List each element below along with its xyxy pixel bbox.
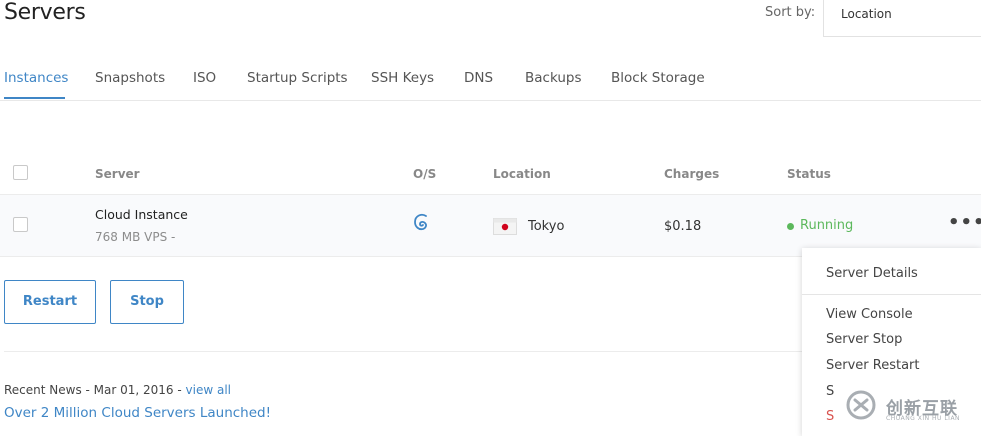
watermark: 创新互联 CHUANG XIN HU LIAN (836, 380, 981, 436)
menu-item-server-details[interactable]: Server Details (826, 266, 918, 281)
news-headline-link[interactable]: Over 2 Million Cloud Servers Launched! (4, 405, 271, 421)
tab-backups[interactable]: Backups (525, 70, 582, 86)
tab-ssh-keys[interactable]: SSH Keys (371, 70, 434, 86)
status-dot (787, 223, 794, 230)
news-prefix: Recent News - Mar 01, 2016 - (4, 383, 182, 397)
location-text: Tokyo (528, 219, 565, 234)
active-tab-indicator (4, 97, 65, 99)
tab-snapshots[interactable]: Snapshots (95, 70, 165, 86)
column-header-location: Location (493, 167, 551, 181)
column-header-server: Server (95, 167, 140, 181)
tab-startup-scripts[interactable]: Startup Scripts (247, 70, 348, 86)
tab-dns[interactable]: DNS (464, 70, 493, 86)
tab-block-storage[interactable]: Block Storage (611, 70, 705, 86)
sort-label: Sort by: (765, 5, 816, 20)
tab-instances[interactable]: Instances (4, 70, 68, 86)
row-checkbox[interactable] (13, 217, 28, 232)
column-header-status: Status (787, 167, 831, 181)
restart-button[interactable]: Restart (4, 280, 96, 324)
page-title: Servers (4, 0, 86, 25)
more-actions-icon[interactable]: ••• (948, 212, 981, 233)
tab-iso[interactable]: ISO (193, 70, 216, 86)
sort-select[interactable]: Location (823, 0, 981, 37)
status-badge: Running (800, 218, 854, 233)
watermark-subtext: CHUANG XIN HU LIAN (886, 415, 961, 422)
charges-text: $0.18 (664, 219, 702, 234)
recent-news: Recent News - Mar 01, 2016 - view all (4, 383, 231, 397)
menu-item-partial-danger[interactable]: S (826, 409, 834, 424)
stop-button[interactable]: Stop (110, 280, 184, 324)
menu-separator (802, 294, 981, 295)
menu-item-server-restart[interactable]: Server Restart (826, 358, 920, 373)
menu-item-partial[interactable]: S (826, 384, 834, 399)
column-header-os: O/S (413, 167, 437, 181)
server-plan: 768 MB VPS - (95, 230, 176, 244)
japan-flag-icon (493, 218, 517, 235)
menu-item-view-console[interactable]: View Console (826, 307, 913, 322)
select-all-checkbox[interactable] (13, 165, 28, 180)
debian-icon (414, 213, 427, 231)
view-all-link[interactable]: view all (186, 383, 231, 397)
menu-item-server-stop[interactable]: Server Stop (826, 332, 902, 347)
watermark-logo-icon (846, 390, 876, 420)
column-header-charges: Charges (664, 167, 720, 181)
server-name-link[interactable]: Cloud Instance (95, 207, 188, 222)
tab-bar: Instances Snapshots ISO Startup Scripts … (0, 60, 981, 101)
